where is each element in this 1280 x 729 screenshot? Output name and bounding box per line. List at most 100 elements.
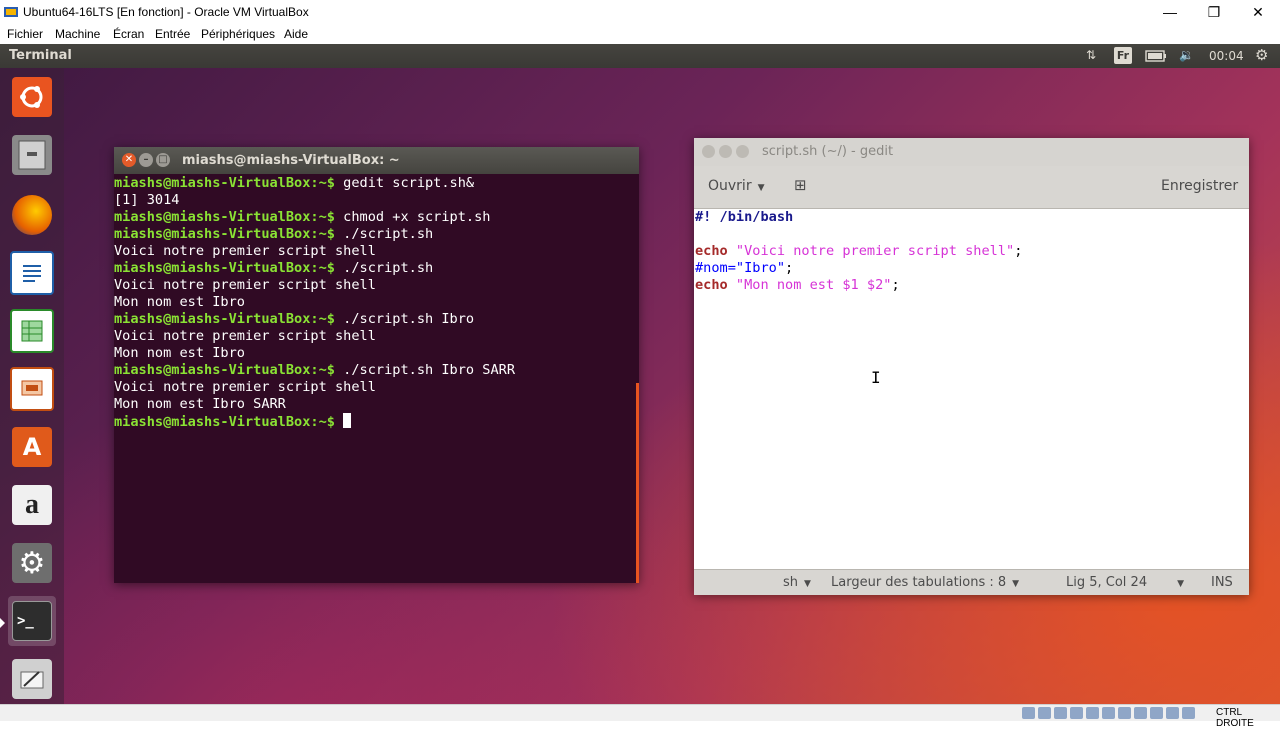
- launcher-terminal[interactable]: >_: [8, 596, 56, 646]
- terminal-text: Voici notre premier script shell: [114, 379, 376, 395]
- menu-aide[interactable]: Aide: [284, 27, 308, 41]
- code-editor[interactable]: #! /bin/bash echo "Voici notre premier sc…: [694, 209, 1249, 569]
- vbox-status-bar: CTRL DROITE: [0, 704, 1280, 729]
- minimize-icon: —: [1163, 4, 1177, 20]
- terminal-text: Voici notre premier script shell: [114, 328, 376, 344]
- code-token: #! /bin/bash: [695, 209, 794, 225]
- vbox-device-icons: [1022, 707, 1195, 719]
- keyboard-icon[interactable]: [1182, 707, 1195, 719]
- terminal-scrollbar[interactable]: [636, 383, 639, 583]
- terminal-line: Mon nom est Ibro SARR: [114, 396, 639, 413]
- terminal-output[interactable]: miashs@miashs-VirtualBox:~$ gedit script…: [114, 175, 639, 583]
- host-key-label: CTRL DROITE: [1216, 707, 1254, 729]
- terminal-text: Voici notre premier script shell: [114, 243, 376, 259]
- shell-prompt: miashs@miashs-VirtualBox:~$: [114, 311, 344, 327]
- tab-width-selector[interactable]: Largeur des tabulations : 8 ▼: [831, 575, 1019, 590]
- battery-icon[interactable]: [1145, 50, 1167, 62]
- launcher-settings[interactable]: ⚙: [8, 538, 56, 588]
- launcher-ubuntu-dash[interactable]: [8, 72, 56, 122]
- gear-icon[interactable]: ⚙: [1255, 46, 1268, 64]
- shell-prompt: miashs@miashs-VirtualBox:~$: [114, 226, 344, 242]
- terminal-line: miashs@miashs-VirtualBox:~$ chmod +x scr…: [114, 209, 639, 226]
- code-token: ;: [1014, 243, 1023, 259]
- save-button[interactable]: Enregistrer: [1161, 178, 1238, 194]
- active-app-title: Terminal: [9, 48, 72, 63]
- mouse-integration-icon[interactable]: [1166, 707, 1179, 719]
- terminal-title-bar[interactable]: ✕ – □ miashs@miashs-VirtualBox: ~: [114, 147, 639, 174]
- cpu-icon[interactable]: [1150, 707, 1163, 719]
- terminal-line: miashs@miashs-VirtualBox:~$ ./script.sh …: [114, 311, 639, 328]
- code-line: echo "Mon nom est $1 $2";: [694, 277, 1249, 294]
- terminal-line: Voici notre premier script shell: [114, 277, 639, 294]
- launcher-impress[interactable]: [8, 364, 56, 414]
- close-icon: ✕: [1252, 3, 1264, 20]
- menu-ecran[interactable]: Écran: [113, 27, 144, 41]
- gedit-title-bar[interactable]: script.sh (~/) - gedit: [694, 138, 1249, 166]
- gedit-minimize-button[interactable]: [719, 145, 732, 158]
- amazon-icon: a: [12, 485, 52, 525]
- terminal-close-button[interactable]: ✕: [122, 153, 136, 167]
- document-icon: [10, 251, 54, 295]
- terminal-maximize-button[interactable]: □: [156, 153, 170, 167]
- terminal-line: Mon nom est Ibro: [114, 345, 639, 362]
- shell-prompt: miashs@miashs-VirtualBox:~$: [114, 362, 344, 378]
- vbox-title-bar: Ubuntu64-16LTS [En fonction] - Oracle VM…: [0, 0, 1280, 24]
- gedit-maximize-button[interactable]: [736, 145, 749, 158]
- new-tab-button[interactable]: ⊞: [794, 176, 807, 194]
- menu-fichier[interactable]: Fichier: [7, 27, 43, 41]
- network-arrows-icon[interactable]: ⇅: [1086, 48, 1096, 62]
- terminal-line: Voici notre premier script shell: [114, 379, 639, 396]
- open-button[interactable]: Ouvrir ▼: [708, 178, 765, 194]
- language-selector[interactable]: sh ▼: [783, 575, 811, 590]
- hard-disk-icon[interactable]: [1022, 707, 1035, 719]
- menu-entree[interactable]: Entrée: [155, 27, 190, 41]
- volume-icon[interactable]: 🔉: [1179, 48, 1194, 62]
- terminal-minimize-button[interactable]: –: [139, 153, 153, 167]
- terminal-icon: >_: [12, 601, 52, 641]
- menu-peripheriques[interactable]: Périphériques: [201, 27, 275, 41]
- audio-icon[interactable]: [1054, 707, 1067, 719]
- keyboard-layout-indicator[interactable]: Fr: [1114, 47, 1132, 64]
- terminal-text: ./script.sh Ibro: [343, 311, 475, 327]
- gedit-header-bar: Ouvrir ▼ ⊞ Enregistrer: [694, 166, 1249, 209]
- gedit-close-button[interactable]: [702, 145, 715, 158]
- terminal-text: ./script.sh Ibro SARR: [343, 362, 516, 378]
- terminal-line: Voici notre premier script shell: [114, 243, 639, 260]
- usb-icon[interactable]: [1086, 707, 1099, 719]
- insert-mode: INS: [1211, 575, 1233, 590]
- code-line: echo "Voici notre premier script shell";: [694, 243, 1249, 260]
- launcher-firefox[interactable]: [8, 190, 56, 240]
- cursor-position[interactable]: Lig 5, Col 24 ▼: [1066, 575, 1184, 590]
- terminal-text: ./script.sh: [343, 226, 434, 242]
- ubuntu-logo-icon: [12, 77, 52, 117]
- terminal-window[interactable]: ✕ – □ miashs@miashs-VirtualBox: ~ miashs…: [114, 147, 639, 583]
- optical-drive-icon[interactable]: [1038, 707, 1051, 719]
- chevron-down-icon: ▼: [1177, 579, 1185, 589]
- display-icon[interactable]: [1118, 707, 1131, 719]
- terminal-text: Voici notre premier script shell: [114, 277, 376, 293]
- clock[interactable]: 00:04: [1209, 49, 1244, 63]
- code-line: #! /bin/bash: [694, 209, 1249, 226]
- spreadsheet-icon: [10, 309, 54, 353]
- restore-button[interactable]: ❐: [1192, 0, 1236, 24]
- ubuntu-desktop: Terminal ⇅ Fr 🔉 00:04 ⚙ A a ⚙ >_ ✕ – □ m…: [0, 44, 1280, 704]
- chevron-down-icon: ▼: [757, 183, 765, 193]
- close-button[interactable]: ✕: [1236, 0, 1280, 24]
- launcher-files[interactable]: [8, 130, 56, 180]
- text-cursor-icon: I: [871, 368, 881, 387]
- firefox-icon: [12, 195, 52, 235]
- launcher-amazon[interactable]: a: [8, 480, 56, 530]
- launcher-calc[interactable]: [8, 306, 56, 356]
- gedit-window[interactable]: script.sh (~/) - gedit Ouvrir ▼ ⊞ Enregis…: [694, 138, 1249, 595]
- launcher-writer[interactable]: [8, 248, 56, 298]
- launcher-text-editor[interactable]: [8, 654, 56, 704]
- shared-folders-icon[interactable]: [1102, 707, 1115, 719]
- recording-icon[interactable]: [1134, 707, 1147, 719]
- launcher-software[interactable]: A: [8, 422, 56, 472]
- menu-machine[interactable]: Machine: [55, 27, 100, 41]
- presentation-icon: [10, 367, 54, 411]
- minimize-button[interactable]: —: [1148, 0, 1192, 24]
- network-icon[interactable]: [1070, 707, 1083, 719]
- restore-icon: ❐: [1207, 3, 1221, 20]
- terminal-text: ./script.sh: [343, 260, 434, 276]
